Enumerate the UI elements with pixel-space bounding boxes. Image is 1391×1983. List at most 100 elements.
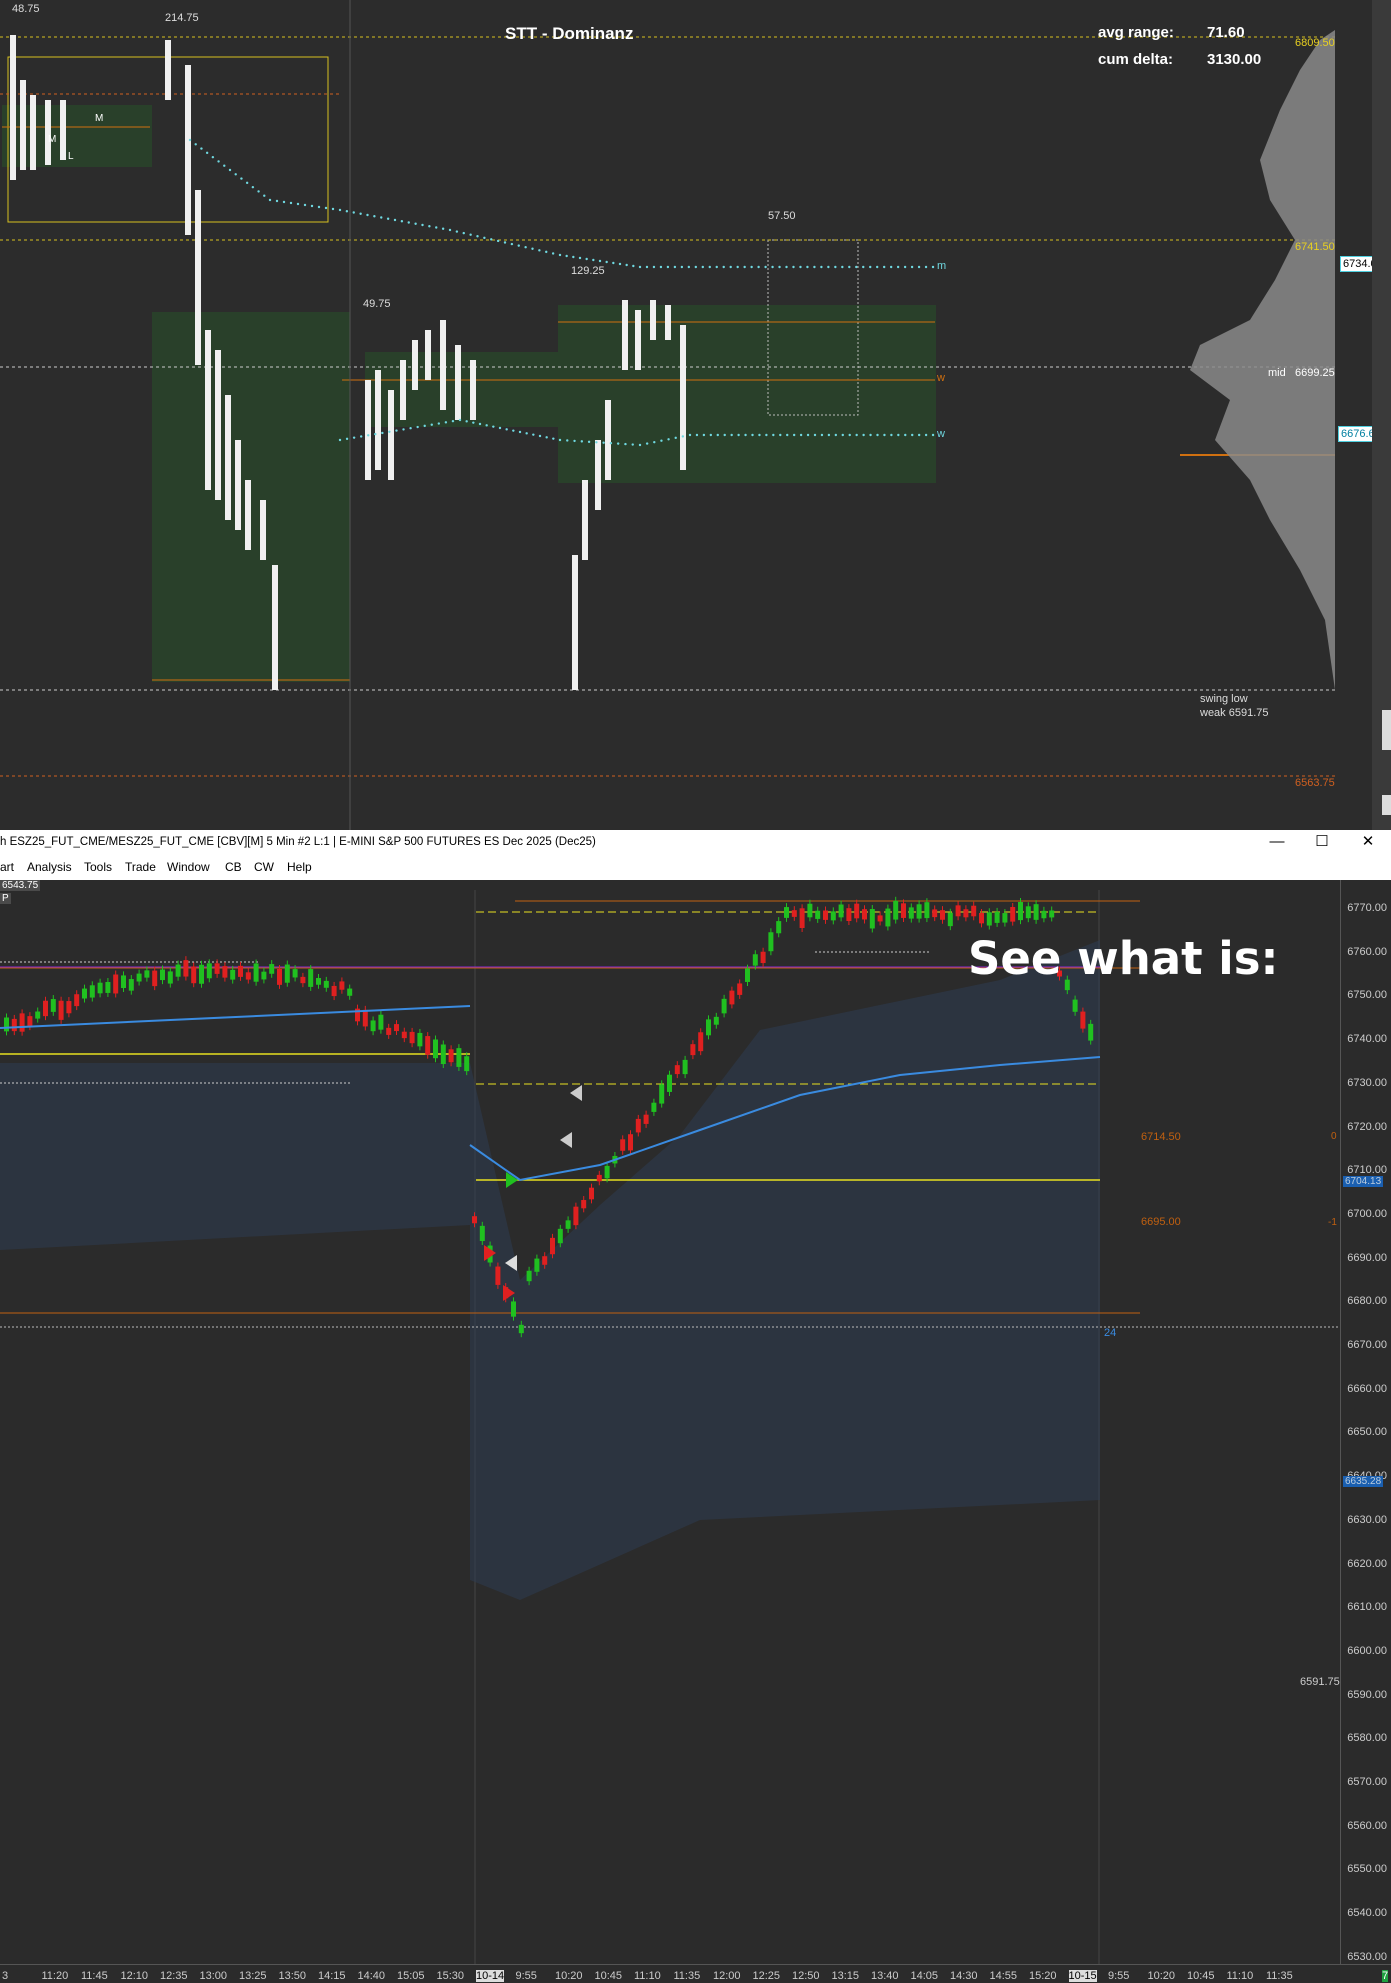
x-tick-label: 7 [1382,1970,1389,1982]
vwap-dot [545,250,548,254]
x-tick-label: 14:05 [910,1970,939,1982]
footprint-chart-panel[interactable]: STT - Dominanz avg range: 71.60 cum delt… [0,0,1391,830]
mid-prefix: mid [1268,367,1286,379]
vwap-dot [687,265,691,269]
y-tick-label: 6760.00 [1347,945,1387,958]
vwap-dot [498,426,502,430]
x-tick-label: 12:50 [792,1970,820,1982]
vwap-dot [441,227,445,230]
candle-body [713,1016,719,1025]
vwap-dot [338,438,342,442]
vwap-dot [876,433,879,437]
x-tick-label: 10:20 [1147,1970,1176,1982]
menu-cw[interactable]: CW [254,860,274,874]
footprint-bar [20,80,26,170]
price-axis[interactable]: 6770.00 6760.00 6750.00 6740.00 6730.00 6720.… [1340,880,1391,1983]
candle-body [1002,913,1008,923]
footprint-bar [470,360,476,420]
vwap-dot [268,198,272,202]
footprint-chart-canvas[interactable] [0,0,1391,830]
maximize-icon[interactable]: ☐ [1302,832,1342,852]
vwap-dot [598,259,602,263]
vwap-dot [263,194,266,197]
menu-cb[interactable]: CB [225,860,242,874]
vwap-dot [469,233,472,236]
candle-body [27,1016,33,1027]
vwap-dot [792,265,795,269]
candle-body [807,903,813,918]
vwap-dot [451,419,455,423]
footprint-bar [665,305,671,340]
x-tick-label: 11:20 [41,1970,69,1982]
candle-body [651,1102,657,1112]
x-tick-label: 14:40 [357,1970,386,1982]
vwap-dot [903,265,907,269]
menu-tools[interactable]: Tools [84,860,112,874]
level-label: 24 [1104,1327,1117,1339]
swing-low-value: weak 6591.75 [1200,707,1269,719]
scrollbar[interactable] [1372,0,1391,830]
close-icon[interactable]: ✕ [1348,832,1388,852]
vwap-dot [806,433,810,437]
vwap-dot [799,265,802,269]
footprint-bar [425,330,431,380]
y-tick-label: 6560.00 [1347,1819,1387,1832]
x-tick-label: 13:40 [871,1970,899,1982]
menu-trade[interactable]: Trade [125,860,156,874]
candle-body [105,982,111,993]
candle-body [667,1074,672,1092]
scrollbar-thumb[interactable] [1382,795,1391,815]
candle-body [316,978,321,985]
headline: See what is: [968,932,1279,985]
x-tick-label: 9:55 [515,1970,537,1982]
candle-body [908,907,914,919]
candle-body [955,905,961,917]
footprint-bar [215,350,221,500]
vwap-dot [737,433,740,437]
candle-body [440,1044,446,1065]
candle-body [472,1216,477,1224]
vwap-dot [813,433,817,437]
candlestick-chart-panel[interactable]: 6543.75 P See what is: 6714.50 6695.00 6… [0,880,1391,1983]
candle-body [511,1301,516,1317]
vwap-dot [552,437,555,440]
candle-body [916,904,922,919]
x-tick-label: 15:05 [397,1970,425,1982]
candle-body [230,969,236,980]
candle-body [386,1027,392,1035]
candle-body [830,911,836,921]
footprint-bar [365,380,371,480]
candle-body [620,1139,626,1151]
vwap-dot [827,433,831,437]
menu-analysis[interactable]: Analysis [27,860,72,874]
vwap-dot [483,236,486,240]
candle-body [113,974,119,994]
price-label: 6809.50 [1295,37,1335,49]
level-marker: M [95,113,104,124]
menu-chart[interactable]: art [0,860,14,874]
y-tick-label: 6590.00 [1347,1688,1387,1701]
candlestick-chart-canvas[interactable] [0,880,1341,1983]
vwap-dot [701,265,704,269]
x-tick-label: 12:35 [160,1970,188,1982]
window-title-bar[interactable]: h ESZ25_FUT_CME/MESZ25_FUT_CME [CBV][M] … [0,830,1391,855]
vwap-dot [869,265,872,269]
range-label: 48.75 [12,3,40,15]
vwap-dot [744,433,747,437]
vwap-dot [904,433,907,437]
minimize-icon[interactable]: — [1257,832,1297,852]
x-tick-label: 14:15 [318,1970,346,1982]
candle-body [378,1014,384,1030]
vwap-dot [645,442,649,445]
menu-window[interactable]: Window [167,860,210,874]
vwap-dot [524,245,527,249]
avg-range-label: avg range: [1098,24,1174,41]
time-axis[interactable]: 3 11:20 11:45 12:10 12:35 13:00 13:25 13:50 14:1… [0,1964,1391,1983]
candle-body [261,971,267,980]
candle-body [596,1174,602,1182]
menu-help[interactable]: Help [287,860,312,874]
vwap-dot [338,208,342,212]
vwap-dot [580,440,584,443]
scrollbar-thumb[interactable] [1382,710,1391,750]
x-tick-label: 12:25 [752,1970,781,1982]
